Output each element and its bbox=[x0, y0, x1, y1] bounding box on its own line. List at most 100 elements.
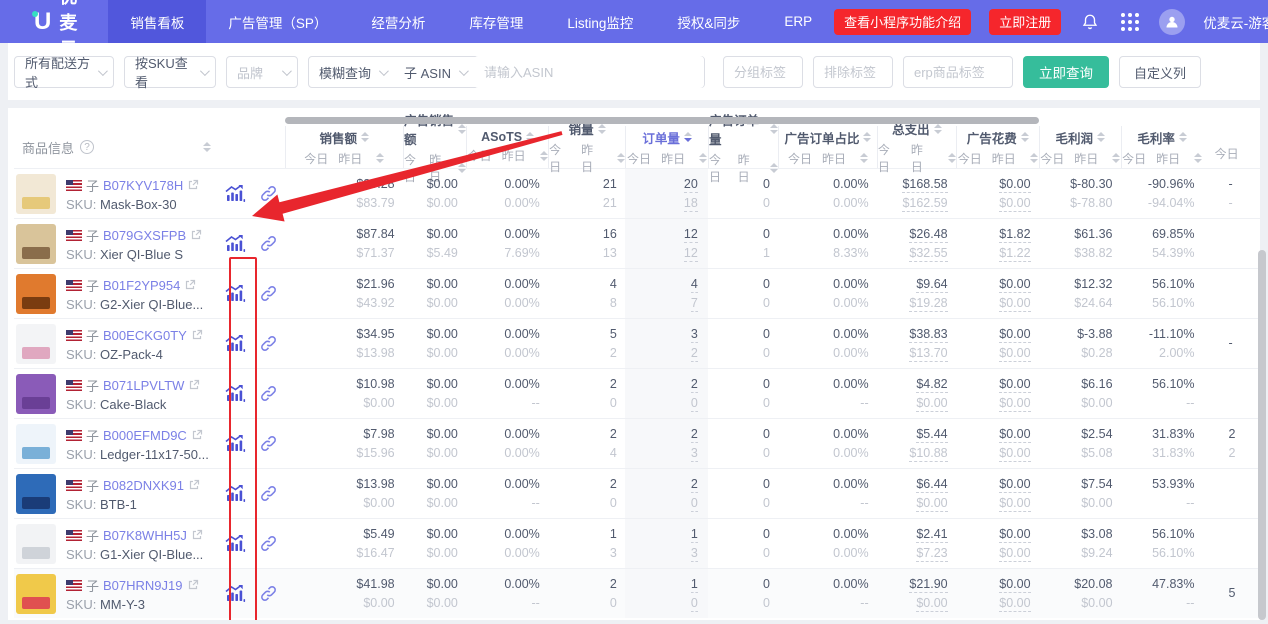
orders-yesterday-link[interactable]: 7 bbox=[691, 296, 698, 312]
asin-link[interactable]: B07K8WHH5J bbox=[103, 528, 187, 543]
external-link-icon[interactable] bbox=[188, 379, 200, 391]
orders-today-link[interactable]: 2 bbox=[691, 377, 698, 393]
adcost-yesterday-link[interactable]: $0.00 bbox=[999, 196, 1030, 212]
external-link-icon[interactable] bbox=[184, 279, 196, 291]
sort-carets[interactable] bbox=[699, 153, 707, 163]
nav-item-listing-monitor[interactable]: Listing监控 bbox=[545, 0, 655, 43]
orders-today-link[interactable]: 1 bbox=[691, 577, 698, 593]
subheader-today[interactable]: 今日 bbox=[304, 150, 328, 167]
adcost-yesterday-link[interactable]: $1.22 bbox=[999, 246, 1030, 262]
adcost-yesterday-link[interactable]: $0.00 bbox=[999, 446, 1030, 462]
asin-link[interactable]: B000EFMD9C bbox=[103, 428, 187, 443]
spend-yesterday-link[interactable]: $19.28 bbox=[909, 296, 947, 312]
adcost-today-link[interactable]: $0.00 bbox=[999, 427, 1030, 443]
product-image[interactable] bbox=[16, 174, 56, 214]
column-header[interactable]: 广告销售额 今日 昨日 bbox=[403, 126, 466, 168]
asin-link[interactable]: B082DNXK91 bbox=[103, 478, 184, 493]
adcost-today-link[interactable]: $0.00 bbox=[999, 277, 1030, 293]
sort-carets[interactable] bbox=[684, 132, 692, 142]
shipping-method-select[interactable]: 所有配送方式 bbox=[14, 56, 114, 88]
orders-yesterday-link[interactable]: 0 bbox=[691, 596, 698, 612]
copy-link-icon[interactable] bbox=[253, 319, 285, 368]
sort-carets[interactable] bbox=[540, 151, 548, 161]
column-header[interactable]: 广告订单量 今日 昨日 bbox=[708, 126, 778, 168]
asin-link[interactable]: B07HRN9J19 bbox=[103, 578, 183, 593]
spend-today-link[interactable]: $38.83 bbox=[909, 327, 947, 343]
product-image[interactable] bbox=[16, 324, 56, 364]
adcost-yesterday-link[interactable]: $0.00 bbox=[999, 596, 1030, 612]
subheader-yesterday[interactable]: 昨日 bbox=[338, 150, 362, 167]
asin-input[interactable] bbox=[474, 56, 704, 88]
nav-item-sales-board[interactable]: 销售看板 bbox=[108, 0, 206, 43]
spend-today-link[interactable]: $21.90 bbox=[909, 577, 947, 593]
horizontal-scrollbar[interactable] bbox=[285, 117, 1039, 124]
spend-yesterday-link[interactable]: $162.59 bbox=[902, 196, 947, 212]
subheader-today[interactable]: 今日 bbox=[1122, 150, 1146, 167]
sort-carets[interactable] bbox=[1021, 132, 1029, 142]
subheader-yesterday[interactable]: 昨日 bbox=[992, 150, 1016, 167]
adcost-today-link[interactable]: $0.00 bbox=[999, 327, 1030, 343]
copy-link-icon[interactable] bbox=[253, 169, 285, 218]
subheader-yesterday[interactable]: 昨日 bbox=[1156, 150, 1180, 167]
copy-link-icon[interactable] bbox=[253, 419, 285, 468]
sort-carets[interactable] bbox=[863, 132, 871, 142]
asin-link[interactable]: B079GXSFPB bbox=[103, 228, 186, 243]
avatar[interactable] bbox=[1159, 9, 1185, 35]
orders-yesterday-link[interactable]: 0 bbox=[691, 396, 698, 412]
spend-yesterday-link[interactable]: $7.23 bbox=[916, 546, 947, 562]
spend-yesterday-link[interactable]: $10.88 bbox=[909, 446, 947, 462]
spend-yesterday-link[interactable]: $0.00 bbox=[916, 396, 947, 412]
column-header[interactable]: 广告花费 今日 昨日 bbox=[956, 126, 1039, 168]
orders-today-link[interactable]: 2 bbox=[691, 427, 698, 443]
nav-item-erp[interactable]: ERP bbox=[762, 0, 834, 43]
nav-item-ad-management[interactable]: 广告管理（SP） bbox=[206, 0, 349, 43]
product-image[interactable] bbox=[16, 524, 56, 564]
sort-carets[interactable] bbox=[458, 124, 466, 134]
orders-today-link[interactable]: 1 bbox=[691, 527, 698, 543]
trend-chart-icon[interactable] bbox=[217, 219, 253, 268]
product-image[interactable] bbox=[16, 424, 56, 464]
sort-carets[interactable] bbox=[1179, 132, 1187, 142]
copy-link-icon[interactable] bbox=[253, 269, 285, 318]
adcost-yesterday-link[interactable]: $0.00 bbox=[999, 496, 1030, 512]
orders-today-link[interactable]: 3 bbox=[691, 327, 698, 343]
product-image[interactable] bbox=[16, 574, 56, 614]
sort-carets[interactable] bbox=[860, 153, 868, 163]
nav-item-business-analysis[interactable]: 经营分析 bbox=[349, 0, 447, 43]
nav-item-auth-sync[interactable]: 授权&同步 bbox=[655, 0, 762, 43]
external-link-icon[interactable] bbox=[188, 479, 200, 491]
external-link-icon[interactable] bbox=[187, 179, 199, 191]
product-image[interactable] bbox=[16, 274, 56, 314]
spend-yesterday-link[interactable]: $13.70 bbox=[909, 346, 947, 362]
orders-yesterday-link[interactable]: 18 bbox=[684, 196, 698, 212]
column-header[interactable]: ASoTS 今日 昨日 bbox=[466, 126, 548, 168]
orders-yesterday-link[interactable]: 0 bbox=[691, 496, 698, 512]
orders-yesterday-link[interactable]: 2 bbox=[691, 346, 698, 362]
vertical-scrollbar[interactable] bbox=[1258, 250, 1266, 620]
sort-carets[interactable] bbox=[1194, 153, 1202, 163]
orders-yesterday-link[interactable]: 3 bbox=[691, 446, 698, 462]
bell-icon[interactable] bbox=[1079, 11, 1101, 33]
column-header[interactable]: 销售额 今日 昨日 bbox=[285, 126, 403, 168]
trend-chart-icon[interactable] bbox=[217, 569, 253, 618]
adcost-today-link[interactable]: $0.00 bbox=[999, 527, 1030, 543]
column-header[interactable]: 广告订单占比 今日 昨日 bbox=[778, 126, 877, 168]
subheader-yesterday[interactable]: 昨日 bbox=[1074, 150, 1098, 167]
brand-select[interactable]: 品牌 bbox=[226, 56, 298, 88]
copy-link-icon[interactable] bbox=[253, 569, 285, 618]
adcost-today-link[interactable]: $0.00 bbox=[999, 577, 1030, 593]
asin-link[interactable]: B071LPVLTW bbox=[103, 378, 184, 393]
adcost-today-link[interactable]: $0.00 bbox=[999, 477, 1030, 493]
sort-carets[interactable] bbox=[934, 124, 942, 134]
column-header[interactable]: 订单量 今日 昨日 bbox=[625, 126, 708, 168]
exclude-tag-input[interactable] bbox=[814, 57, 892, 87]
spend-today-link[interactable]: $5.44 bbox=[916, 427, 947, 443]
spend-today-link[interactable]: $6.44 bbox=[916, 477, 947, 493]
asin-link[interactable]: B07KYV178H bbox=[103, 178, 183, 193]
spend-yesterday-link[interactable]: $0.00 bbox=[916, 496, 947, 512]
adcost-yesterday-link[interactable]: $0.00 bbox=[999, 396, 1030, 412]
apps-grid-icon[interactable] bbox=[1119, 11, 1141, 33]
sort-carets[interactable] bbox=[1112, 153, 1120, 163]
product-image[interactable] bbox=[16, 474, 56, 514]
miniprogram-intro-button[interactable]: 查看小程序功能介绍 bbox=[834, 9, 971, 35]
